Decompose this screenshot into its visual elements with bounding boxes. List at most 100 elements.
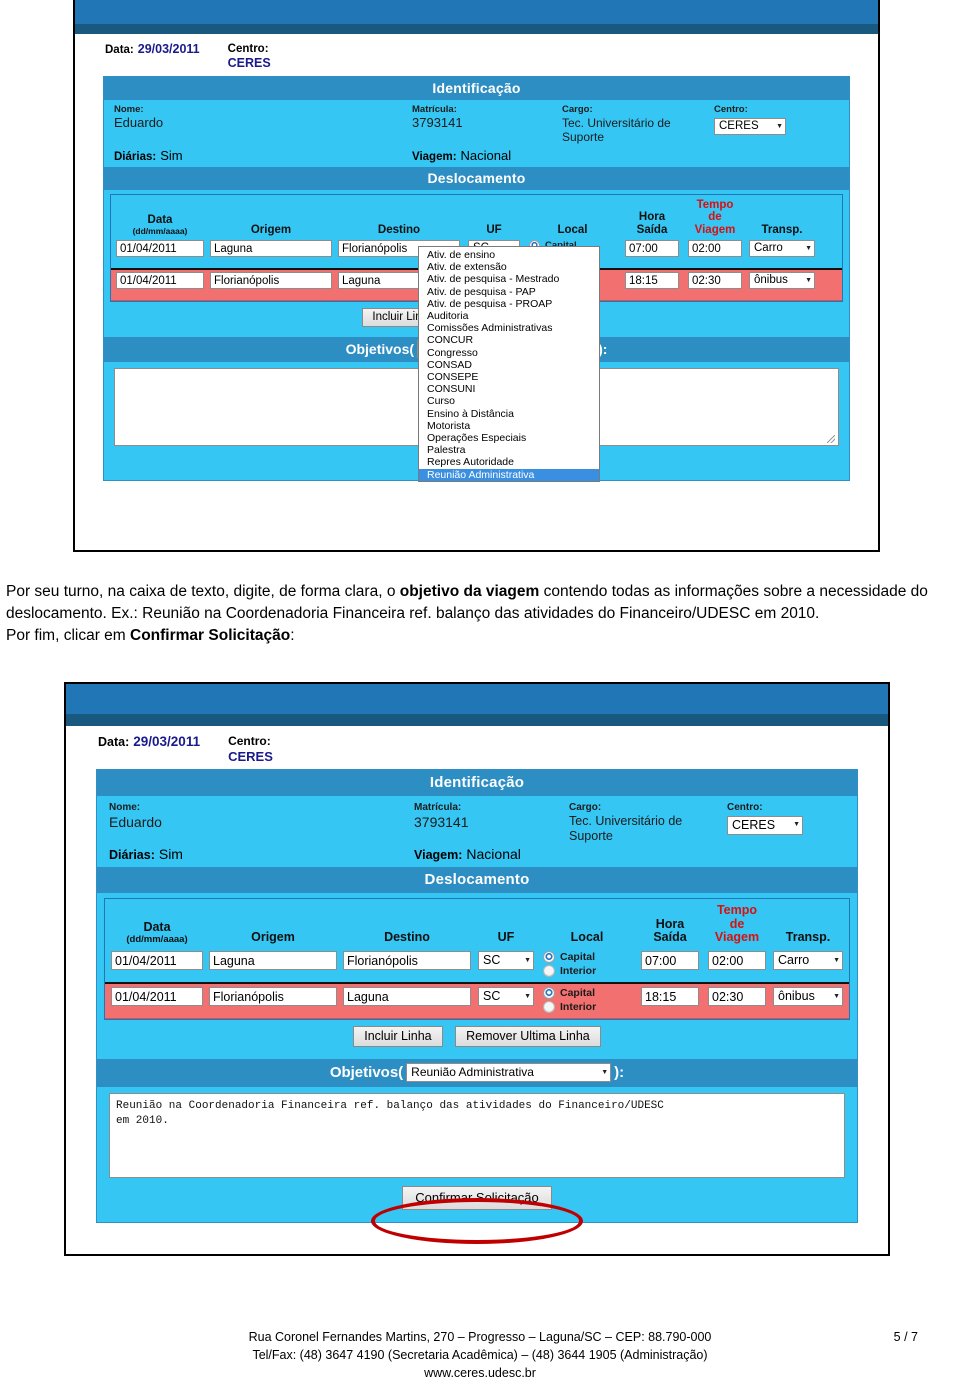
- radio-capital-icon[interactable]: [543, 986, 555, 999]
- cell-data: 01/04/2011: [113, 239, 207, 257]
- objetivos-select[interactable]: Reunião Administrativa ▼: [406, 1062, 612, 1082]
- row2-tempo-input[interactable]: 02:30: [708, 986, 766, 1006]
- dropdown-option[interactable]: Ativ. de extensão: [419, 261, 599, 273]
- row-action-buttons: Incluir Linha Remover Ultima Linha: [104, 1019, 850, 1052]
- dropdown-option[interactable]: Ativ. de pesquisa - PROAP: [419, 298, 599, 310]
- cargo-value: Tec. Universitário de Suporte: [562, 115, 671, 145]
- row2-uf-select[interactable]: SC ▼: [478, 986, 534, 1006]
- instruction-line-2: Por fim, clicar em Confirmar Solicitação…: [6, 625, 954, 647]
- meta-row: Data: 29/03/2011 Centro: CERES: [75, 34, 878, 76]
- row2-tempo-input[interactable]: 02:30: [688, 271, 742, 289]
- dropdown-option[interactable]: Motorista: [419, 420, 599, 432]
- row1-data-input[interactable]: 01/04/2011: [116, 239, 204, 257]
- th-local: Local: [570, 930, 604, 945]
- row1-origem-input[interactable]: Laguna: [209, 950, 337, 970]
- cell-origem: Laguna: [207, 239, 335, 257]
- dropdown-option[interactable]: Ativ. de pesquisa - Mestrado: [419, 273, 599, 285]
- incluir-linha-button[interactable]: Incluir Linha: [353, 1025, 443, 1047]
- field-cargo: Cargo: Tec. Universitário de Suporte: [569, 802, 727, 843]
- table-row: 01/04/2011 Florianópolis Laguna SC ▼: [105, 981, 849, 1019]
- dropdown-option[interactable]: Ativ. de pesquisa - PAP: [419, 286, 599, 298]
- th-uf: UF: [486, 223, 502, 236]
- dropdown-option[interactable]: Repres Autoridade: [419, 456, 599, 468]
- row2-transp-select[interactable]: ônibus ▼: [749, 271, 815, 289]
- row1-tempo-input[interactable]: 02:00: [688, 239, 742, 257]
- row2-hora-input[interactable]: 18:15: [625, 271, 679, 289]
- th-hora-l1: Hora: [638, 211, 666, 224]
- cell-uf: SC ▼: [474, 950, 538, 970]
- cell-destino: Laguna: [340, 986, 474, 1006]
- row2-data-input[interactable]: 01/04/2011: [116, 271, 204, 289]
- th-destino: Destino: [377, 223, 421, 236]
- objetivos-band: Objetivos( Reunião Administrativa ▼ ):: [97, 1058, 857, 1087]
- row1-transp-select[interactable]: Carro ▼: [749, 239, 815, 257]
- dropdown-option[interactable]: Ativ. de ensino: [419, 249, 599, 261]
- row2-interior-label: Interior: [560, 1000, 597, 1013]
- dropdown-option[interactable]: Operações Especiais: [419, 432, 599, 444]
- row1-hora-input[interactable]: 07:00: [641, 950, 699, 970]
- centro-select-label: Centro:: [714, 104, 748, 115]
- cell-hora: 07:00: [636, 950, 704, 970]
- resize-grip-icon[interactable]: [827, 434, 835, 443]
- row1-destino-input[interactable]: Florianópolis: [343, 950, 471, 970]
- objetivos-dropdown-list[interactable]: Ativ. de ensino Ativ. de extensão Ativ. de…: [418, 246, 600, 482]
- dropdown-option[interactable]: CONSAD: [419, 359, 599, 371]
- dropdown-option[interactable]: Curso: [419, 395, 599, 407]
- dropdown-option[interactable]: Palestra: [419, 444, 599, 456]
- identificacao-body: Nome: Eduardo Matrícula: 3793141 Cargo: …: [104, 100, 849, 167]
- dropdown-option[interactable]: Ensino à Distância: [419, 408, 599, 420]
- row1-capital-radio-line[interactable]: Capital: [543, 950, 636, 963]
- dropdown-option[interactable]: CONSUNI: [419, 383, 599, 395]
- th-tempo-l2: de: [729, 916, 745, 931]
- confirmar-solicitacao-button[interactable]: Confirmar Solicitação: [402, 1185, 552, 1210]
- chevron-down-icon[interactable]: ▼: [601, 1069, 608, 1076]
- th-hora-l2: Saída: [636, 223, 668, 236]
- radio-interior-icon[interactable]: [543, 964, 555, 977]
- cell-local: Capital Interior: [538, 950, 636, 979]
- centro-select-label: Centro:: [727, 802, 763, 814]
- row2-transp-select[interactable]: ônibus ▼: [773, 986, 843, 1006]
- row1-hora-input[interactable]: 07:00: [625, 239, 679, 257]
- row2-hora-input[interactable]: 18:15: [641, 986, 699, 1006]
- instruction-line-1: Por seu turno, na caixa de texto, digite…: [6, 581, 954, 625]
- row2-origem-input[interactable]: Florianópolis: [209, 986, 337, 1006]
- row2-interior-radio-line[interactable]: Interior: [543, 1000, 636, 1013]
- instr-p1-bold: objetivo da viagem: [399, 583, 540, 600]
- row2-destino-input[interactable]: Laguna: [343, 986, 471, 1006]
- objetivo-textarea[interactable]: Reunião na Coordenadoria Financeira ref.…: [109, 1092, 845, 1178]
- row1-origem-input[interactable]: Laguna: [210, 239, 332, 257]
- dropdown-option[interactable]: CONSEPE: [419, 371, 599, 383]
- dropdown-option[interactable]: Congresso: [419, 347, 599, 359]
- identificacao-band: Identificação: [104, 77, 849, 100]
- row1-uf-select[interactable]: SC ▼: [478, 950, 534, 970]
- row1-interior-radio-line[interactable]: Interior: [543, 964, 636, 977]
- row1-tempo-input[interactable]: 02:00: [708, 950, 766, 970]
- th-hora-l1: Hora: [655, 916, 685, 931]
- screenshot-dropdown-open: Data: 29/03/2011 Centro: CERES Identific…: [73, 0, 880, 552]
- instr-p1-a: Por seu turno, na caixa de texto, digite…: [6, 583, 400, 600]
- centro-select[interactable]: CERES ▼: [727, 815, 803, 835]
- row1-transp-select[interactable]: Carro ▼: [773, 950, 843, 970]
- remover-ultima-linha-button[interactable]: Remover Ultima Linha: [455, 1025, 601, 1047]
- cell-origem: Florianópolis: [207, 271, 335, 289]
- row1-data-input[interactable]: 01/04/2011: [111, 950, 203, 970]
- th-data: Data (dd/mm/aaaa): [113, 214, 207, 236]
- dropdown-option[interactable]: Reunião Administrativa: [419, 468, 599, 481]
- th-hora-saida: Hora Saída: [636, 916, 704, 945]
- dropdown-option[interactable]: Auditoria: [419, 310, 599, 322]
- th-tempo-l1: Tempo: [716, 903, 758, 918]
- row2-data-input[interactable]: 01/04/2011: [111, 986, 203, 1006]
- radio-capital-icon[interactable]: [543, 950, 555, 963]
- cell-data: 01/04/2011: [108, 950, 206, 970]
- chevron-down-icon: ▼: [805, 276, 812, 284]
- centro-select[interactable]: CERES ▼: [714, 118, 786, 136]
- th-data-sub: (dd/mm/aaaa): [132, 225, 188, 236]
- row2-capital-radio-line[interactable]: Capital: [543, 986, 636, 999]
- radio-interior-icon[interactable]: [543, 1000, 555, 1013]
- th-data-label: Data: [143, 920, 171, 934]
- row2-origem-input[interactable]: Florianópolis: [210, 271, 332, 289]
- centro-block: Centro: CERES: [228, 734, 273, 765]
- dropdown-option[interactable]: CONCUR: [419, 334, 599, 346]
- objetivos-label-prefix: Objetivos(: [329, 1063, 404, 1081]
- dropdown-option[interactable]: Comissões Administrativas: [419, 322, 599, 334]
